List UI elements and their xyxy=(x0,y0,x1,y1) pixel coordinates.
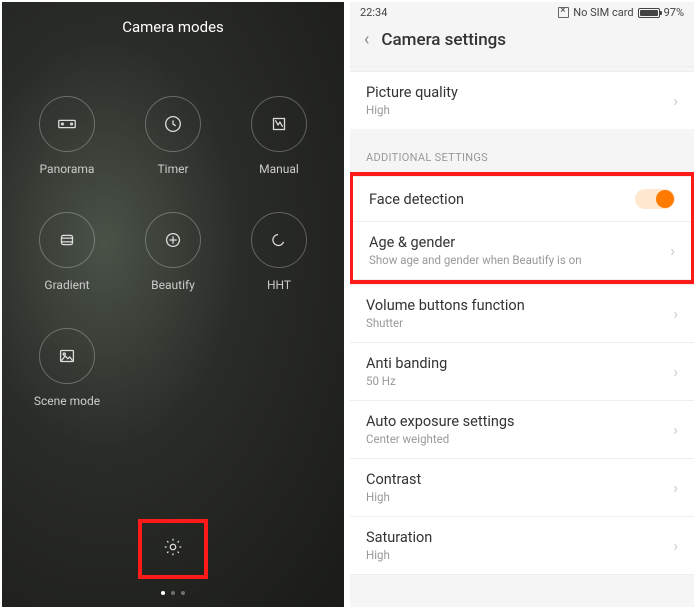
item-volume-buttons[interactable]: Volume buttons function Shutter › xyxy=(350,284,694,342)
mode-label: Beautify xyxy=(151,278,195,292)
item-title: Contrast xyxy=(366,471,421,488)
chevron-right-icon: › xyxy=(673,91,678,110)
face-age-highlight: Face detection Age & gender Show age and… xyxy=(350,172,694,284)
chevron-right-icon: › xyxy=(673,536,678,555)
section-header: ADDITIONAL SETTINGS xyxy=(350,129,694,172)
modes-grid: Panorama Timer Manual Gradient Beautify … xyxy=(2,96,344,408)
gradient-icon xyxy=(39,212,95,268)
item-title: Anti banding xyxy=(366,355,447,372)
settings-highlight xyxy=(138,519,208,579)
back-button[interactable]: ‹ xyxy=(364,29,369,50)
status-bar: 22:34 No SIM card 97% xyxy=(350,2,694,19)
item-sub: High xyxy=(366,548,432,562)
no-sim-icon xyxy=(558,7,569,18)
item-title: Age & gender xyxy=(369,234,582,251)
item-sub: Show age and gender when Beautify is on xyxy=(369,253,582,267)
mode-label: Timer xyxy=(157,162,188,176)
gear-icon xyxy=(162,536,184,558)
status-time: 22:34 xyxy=(360,6,387,19)
item-age-gender[interactable]: Age & gender Show age and gender when Be… xyxy=(353,221,691,280)
beautify-icon xyxy=(145,212,201,268)
mode-timer[interactable]: Timer xyxy=(120,96,226,176)
status-battery: 97% xyxy=(664,6,684,19)
item-contrast[interactable]: Contrast High › xyxy=(350,458,694,516)
item-sub: Shutter xyxy=(366,316,525,330)
mode-label: HHT xyxy=(267,278,291,292)
item-picture-quality[interactable]: Picture quality High › xyxy=(350,71,694,129)
chevron-right-icon: › xyxy=(673,478,678,497)
settings-gear-button[interactable] xyxy=(162,536,184,562)
mode-label: Manual xyxy=(259,162,299,176)
item-sub: 50 Hz xyxy=(366,374,447,388)
modes-title: Camera modes xyxy=(2,2,344,96)
camera-settings-pane: 22:34 No SIM card 97% ‹ Camera settings … xyxy=(350,2,694,607)
toggle-knob xyxy=(656,190,674,208)
hht-icon xyxy=(251,212,307,268)
chevron-right-icon: › xyxy=(673,420,678,439)
item-auto-exposure[interactable]: Auto exposure settings Center weighted › xyxy=(350,400,694,458)
dot xyxy=(181,591,185,595)
mode-hht[interactable]: HHT xyxy=(226,212,332,292)
chevron-right-icon: › xyxy=(670,241,675,260)
status-right: No SIM card 97% xyxy=(558,6,684,19)
manual-icon xyxy=(251,96,307,152)
item-title: Auto exposure settings xyxy=(366,413,515,430)
chevron-right-icon: › xyxy=(673,304,678,323)
settings-list[interactable]: Picture quality High › ADDITIONAL SETTIN… xyxy=(350,66,694,575)
item-title: Picture quality xyxy=(366,84,458,101)
mode-beautify[interactable]: Beautify xyxy=(120,212,226,292)
panorama-icon xyxy=(39,96,95,152)
settings-header: ‹ Camera settings xyxy=(350,19,694,66)
timer-icon xyxy=(145,96,201,152)
mode-scene[interactable]: Scene mode xyxy=(14,328,120,408)
mode-label: Gradient xyxy=(44,278,89,292)
dot xyxy=(171,591,175,595)
mode-manual[interactable]: Manual xyxy=(226,96,332,176)
face-detection-toggle[interactable] xyxy=(635,189,675,209)
item-sub: Center weighted xyxy=(366,432,515,446)
mode-gradient[interactable]: Gradient xyxy=(14,212,120,292)
battery-icon xyxy=(638,8,660,18)
page-indicator xyxy=(161,591,185,595)
chevron-right-icon: › xyxy=(673,362,678,381)
item-face-detection[interactable]: Face detection xyxy=(353,176,691,221)
settings-title: Camera settings xyxy=(381,30,506,50)
item-saturation[interactable]: Saturation High › xyxy=(350,516,694,575)
item-sub: High xyxy=(366,103,458,117)
item-title: Face detection xyxy=(369,191,464,208)
mode-panorama[interactable]: Panorama xyxy=(14,96,120,176)
dot xyxy=(161,591,165,595)
item-title: Volume buttons function xyxy=(366,297,525,314)
mode-label: Panorama xyxy=(40,162,95,176)
item-sub: High xyxy=(366,490,421,504)
status-sim: No SIM card xyxy=(573,6,633,19)
camera-modes-pane: Camera modes Panorama Timer Manual Gradi… xyxy=(2,2,344,607)
item-title: Saturation xyxy=(366,529,432,546)
scene-icon xyxy=(39,328,95,384)
item-anti-banding[interactable]: Anti banding 50 Hz › xyxy=(350,342,694,400)
mode-label: Scene mode xyxy=(34,394,100,408)
